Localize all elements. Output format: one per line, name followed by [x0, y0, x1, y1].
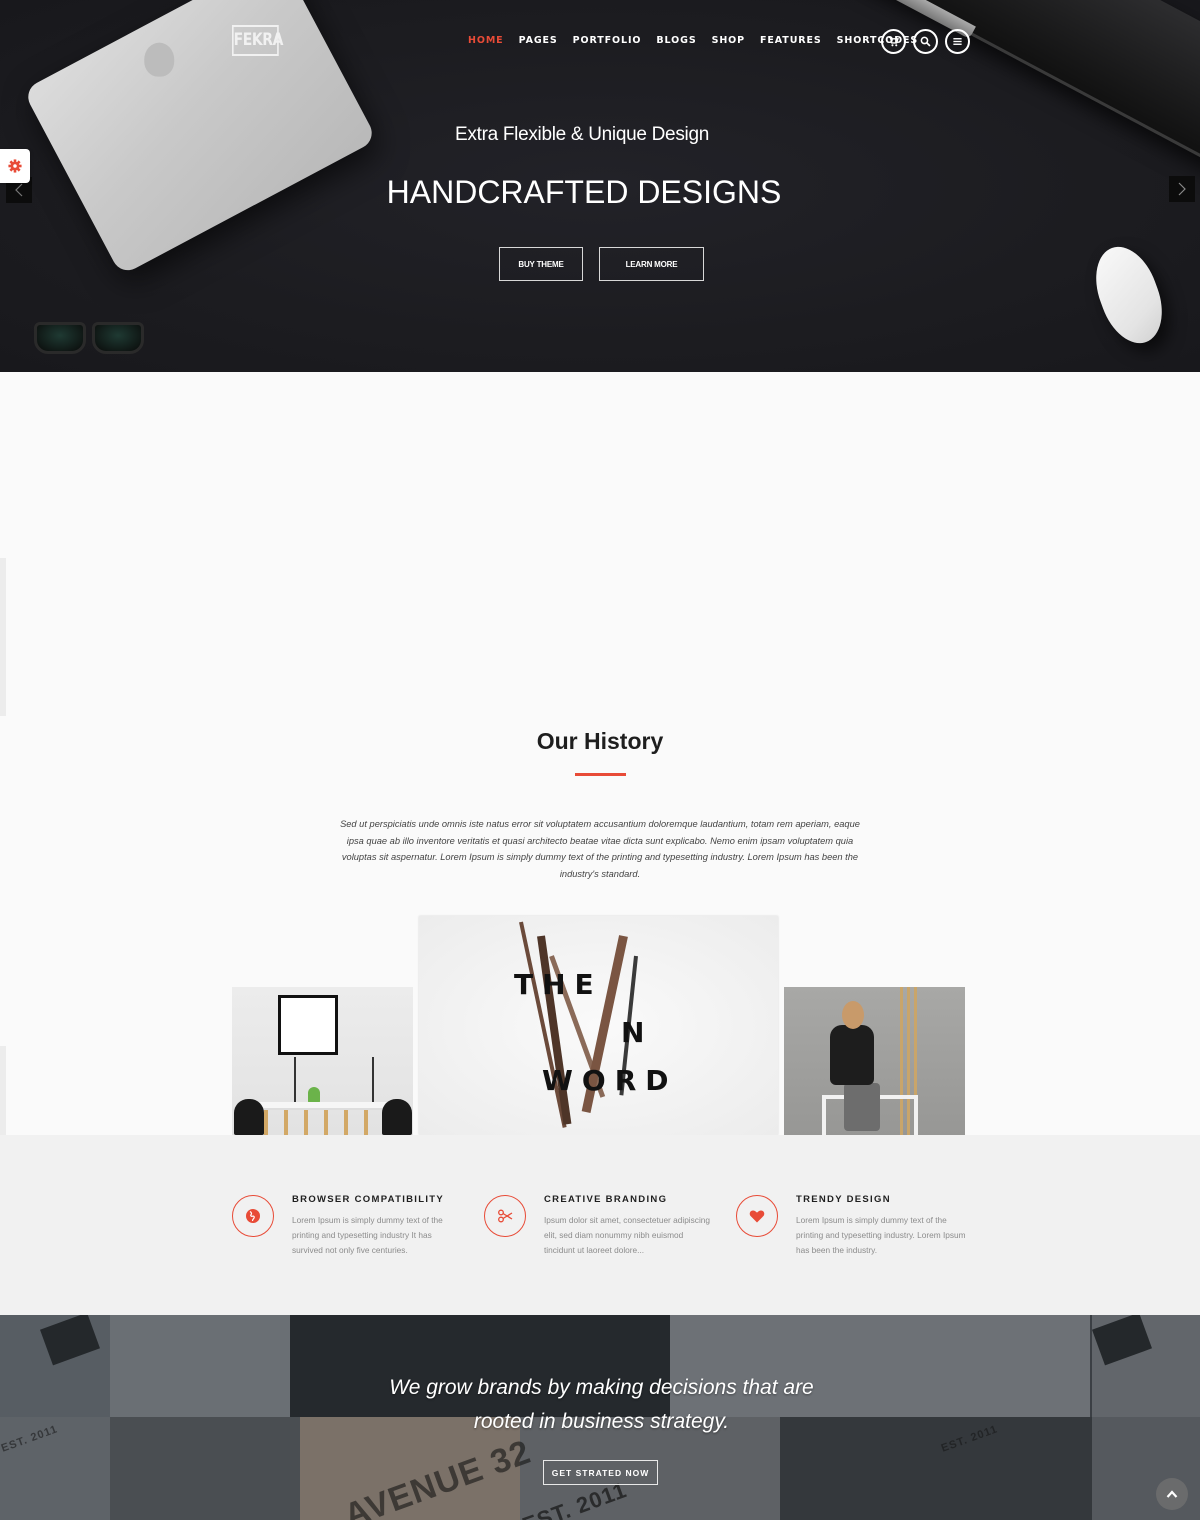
side-scroll-strip — [0, 558, 6, 716]
the-new-word-image: THE N WORD — [419, 916, 778, 1135]
menu-button[interactable] — [945, 29, 970, 54]
feature-title: CREATIVE BRANDING — [544, 1194, 668, 1205]
feature-text: Lorem Ipsum is simply dummy text of the … — [292, 1215, 443, 1255]
header-icon-group — [881, 29, 970, 54]
cta-headline: We grow brands by making decisions that … — [0, 1371, 1200, 1439]
person-legs — [844, 1083, 880, 1131]
word-line: WORD — [542, 1064, 678, 1097]
chevron-left-icon — [15, 183, 23, 197]
scissors-icon — [498, 1209, 513, 1223]
chair — [234, 1099, 264, 1135]
hero-slider: FEKRA HOME PAGES PORTFOLIO BLOGS SHOP FE… — [0, 0, 1200, 372]
cart-button[interactable] — [881, 29, 906, 54]
slider-next-button[interactable] — [1169, 176, 1195, 202]
globe-icon — [246, 1209, 260, 1223]
cta-line-1: We grow brands by making decisions that … — [389, 1376, 814, 1399]
feature-text: Lorem Ipsum is simply dummy text of the … — [796, 1215, 966, 1255]
lamp — [372, 1057, 374, 1107]
menu-icon — [953, 38, 962, 45]
heart-icon — [749, 1210, 765, 1223]
title-divider — [575, 773, 626, 776]
person-body — [830, 1025, 874, 1085]
history-description: Sed ut perspiciatis unde omnis iste natu… — [340, 819, 860, 879]
gear-icon — [8, 159, 22, 173]
buy-theme-button[interactable]: BUY THEME — [499, 247, 583, 281]
cart-icon — [888, 36, 899, 47]
feature-title: TRENDY DESIGN — [796, 1194, 891, 1205]
feature-icon-circle — [484, 1195, 526, 1237]
chevron-right-icon — [1178, 182, 1186, 196]
get-started-button[interactable]: GET STRATED NOW — [543, 1460, 658, 1485]
search-button[interactable] — [913, 29, 938, 54]
learn-more-button[interactable]: LEARN MORE — [599, 247, 704, 281]
logo-text: FEKRA — [233, 30, 284, 50]
scroll-to-top-button[interactable] — [1156, 1478, 1188, 1510]
desk-workspace-image — [232, 987, 413, 1135]
nav-item-blogs[interactable]: BLOGS — [656, 35, 696, 47]
hero-subtitle: Extra Flexible & Unique Design — [455, 124, 709, 145]
word-line: THE — [514, 968, 603, 1001]
history-title: Our History — [536, 728, 664, 754]
hero-title: HANDCRAFTED DESIGNS — [386, 174, 782, 210]
nav-item-pages[interactable]: PAGES — [519, 35, 558, 47]
style-switcher-toggle[interactable] — [0, 149, 30, 183]
chair — [382, 1099, 412, 1135]
nav-item-portfolio[interactable]: PORTFOLIO — [573, 35, 642, 47]
nav-item-home[interactable]: HOME — [468, 35, 504, 47]
plant — [308, 1087, 320, 1103]
feature-icon-circle — [232, 1195, 274, 1237]
nav-item-shop[interactable]: SHOP — [712, 35, 745, 47]
desk-legs — [264, 1110, 380, 1135]
cta-line-2: rooted in business strategy. — [473, 1410, 730, 1433]
lens — [34, 322, 86, 354]
word-line: N — [621, 1016, 654, 1049]
lamp — [294, 1057, 296, 1107]
main-nav: HOME PAGES PORTFOLIO BLOGS SHOP FEATURES… — [468, 35, 933, 47]
site-logo[interactable]: FEKRA — [232, 25, 283, 56]
apple-logo-icon — [144, 42, 175, 77]
person-head — [842, 1001, 864, 1029]
search-icon — [920, 36, 931, 47]
picture-frame — [278, 995, 338, 1055]
feature-text: Ipsum dolor sit amet, consectetuer adipi… — [544, 1215, 711, 1255]
nav-item-features[interactable]: FEATURES — [760, 35, 822, 47]
woman-sitting-image — [784, 987, 965, 1135]
mouse-image — [1084, 238, 1174, 352]
lens — [92, 322, 144, 354]
feature-title: BROWSER COMPATIBILITY — [292, 1194, 445, 1205]
feature-icon-circle — [736, 1195, 778, 1237]
chevron-up-icon — [1166, 1490, 1178, 1498]
desk — [256, 1102, 388, 1110]
sunglasses-image — [32, 318, 148, 358]
